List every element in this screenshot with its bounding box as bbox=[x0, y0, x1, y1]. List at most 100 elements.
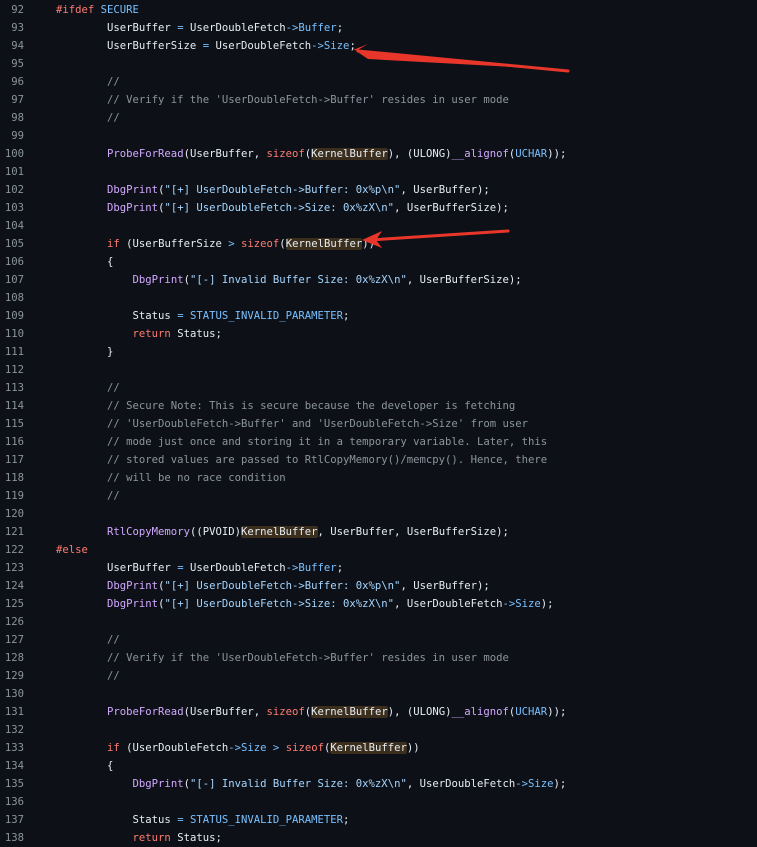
line-number[interactable]: 92 bbox=[0, 1, 56, 19]
line-number[interactable]: 117 bbox=[0, 451, 56, 469]
code-line: 123 UserBuffer = UserDoubleFetch->Buffer… bbox=[0, 559, 757, 577]
line-number[interactable]: 105 bbox=[0, 235, 56, 253]
line-number[interactable]: 94 bbox=[0, 37, 56, 55]
code-line: 96 // bbox=[0, 73, 757, 91]
line-number[interactable]: 96 bbox=[0, 73, 56, 91]
line-number[interactable]: 115 bbox=[0, 415, 56, 433]
code-line: 92 #ifdef SECURE bbox=[0, 1, 757, 19]
line-number[interactable]: 118 bbox=[0, 469, 56, 487]
code-line: 95 bbox=[0, 55, 757, 73]
code-line: 122 #else bbox=[0, 541, 757, 559]
line-number[interactable]: 131 bbox=[0, 703, 56, 721]
code-token: DbgPrint bbox=[107, 580, 159, 592]
code-token: , UserBuffer); bbox=[400, 580, 490, 592]
code-token: UCHAR bbox=[515, 706, 548, 718]
line-number[interactable]: 108 bbox=[0, 289, 56, 307]
line-number[interactable]: 95 bbox=[0, 55, 56, 73]
code-text: // stored values are passed to RtlCopyMe… bbox=[56, 454, 547, 466]
line-number[interactable]: 97 bbox=[0, 91, 56, 109]
code-token: return bbox=[132, 328, 171, 340]
code-token: // will be no race condition bbox=[56, 472, 286, 484]
code-text: // bbox=[56, 670, 120, 682]
code-text: return Status; bbox=[56, 328, 222, 340]
code-token: if bbox=[107, 742, 120, 754]
code-token: { bbox=[56, 760, 114, 772]
code-token: , UserBuffer); bbox=[400, 184, 490, 196]
line-number[interactable]: 107 bbox=[0, 271, 56, 289]
code-text: { bbox=[56, 256, 113, 268]
code-token: // bbox=[56, 490, 120, 502]
code-line: 137 Status = STATUS_INVALID_PARAMETER; bbox=[0, 811, 757, 829]
code-text: if (UserDoubleFetch->Size > sizeof(Kerne… bbox=[56, 742, 420, 754]
line-number[interactable]: 127 bbox=[0, 631, 56, 649]
code-token: #ifdef bbox=[56, 4, 101, 16]
line-number[interactable]: 109 bbox=[0, 307, 56, 325]
line-number[interactable]: 103 bbox=[0, 199, 56, 217]
line-number[interactable]: 128 bbox=[0, 649, 56, 667]
line-number[interactable]: 133 bbox=[0, 739, 56, 757]
line-number[interactable]: 132 bbox=[0, 721, 56, 739]
line-number[interactable]: 119 bbox=[0, 487, 56, 505]
line-number[interactable]: 104 bbox=[0, 217, 56, 235]
code-token: ; bbox=[349, 40, 356, 52]
line-number[interactable]: 121 bbox=[0, 523, 56, 541]
line-number[interactable]: 134 bbox=[0, 757, 56, 775]
code-token: KernelBuffer bbox=[311, 148, 388, 160]
code-token: (UserBuffer, bbox=[183, 148, 267, 160]
code-token: ProbeForRead bbox=[107, 148, 184, 160]
code-line: 134 { bbox=[0, 757, 757, 775]
line-number[interactable]: 98 bbox=[0, 109, 56, 127]
code-line: 114 // Secure Note: This is secure becau… bbox=[0, 397, 757, 415]
code-line: 115 // 'UserDoubleFetch->Buffer' and 'Us… bbox=[0, 415, 757, 433]
code-token: KernelBuffer bbox=[285, 238, 363, 250]
line-number[interactable]: 136 bbox=[0, 793, 56, 811]
code-line: 99 bbox=[0, 127, 757, 145]
line-number[interactable]: 123 bbox=[0, 559, 56, 577]
line-number[interactable]: 137 bbox=[0, 811, 56, 829]
code-token: )); bbox=[547, 706, 567, 718]
code-text: return Status; bbox=[56, 832, 222, 844]
line-number[interactable]: 110 bbox=[0, 325, 56, 343]
code-text: ProbeForRead(UserBuffer, sizeof(KernelBu… bbox=[56, 148, 566, 160]
line-number[interactable]: 122 bbox=[0, 541, 56, 559]
line-number[interactable]: 126 bbox=[0, 613, 56, 631]
code-token: DbgPrint bbox=[107, 598, 159, 610]
code-line: 118 // will be no race condition bbox=[0, 469, 757, 487]
line-number[interactable]: 106 bbox=[0, 253, 56, 271]
line-number[interactable]: 120 bbox=[0, 505, 56, 523]
line-number[interactable]: 135 bbox=[0, 775, 56, 793]
line-number[interactable]: 102 bbox=[0, 181, 56, 199]
line-number[interactable]: 93 bbox=[0, 19, 56, 37]
code-token: // bbox=[56, 76, 120, 88]
line-number[interactable]: 111 bbox=[0, 343, 56, 361]
code-token: )); bbox=[547, 148, 567, 160]
line-number[interactable]: 125 bbox=[0, 595, 56, 613]
line-number[interactable]: 116 bbox=[0, 433, 56, 451]
line-number[interactable]: 130 bbox=[0, 685, 56, 703]
line-number[interactable]: 100 bbox=[0, 145, 56, 163]
code-line: 101 bbox=[0, 163, 757, 181]
code-line: 133 if (UserDoubleFetch->Size > sizeof(K… bbox=[0, 739, 757, 757]
code-token: Buffer bbox=[298, 22, 337, 34]
line-number[interactable]: 113 bbox=[0, 379, 56, 397]
line-number[interactable]: 99 bbox=[0, 127, 56, 145]
code-token: // bbox=[56, 112, 120, 124]
line-number[interactable]: 112 bbox=[0, 361, 56, 379]
code-token: Size bbox=[528, 778, 554, 790]
code-token: { bbox=[56, 256, 114, 268]
line-number[interactable]: 129 bbox=[0, 667, 56, 685]
code-token: -> bbox=[285, 22, 299, 34]
line-number[interactable]: 124 bbox=[0, 577, 56, 595]
line-number[interactable]: 114 bbox=[0, 397, 56, 415]
line-number[interactable]: 101 bbox=[0, 163, 56, 181]
code-text: // bbox=[56, 490, 120, 502]
code-token: UserBuffer bbox=[56, 562, 178, 574]
line-number[interactable]: 138 bbox=[0, 829, 56, 847]
code-text: // bbox=[56, 382, 120, 394]
